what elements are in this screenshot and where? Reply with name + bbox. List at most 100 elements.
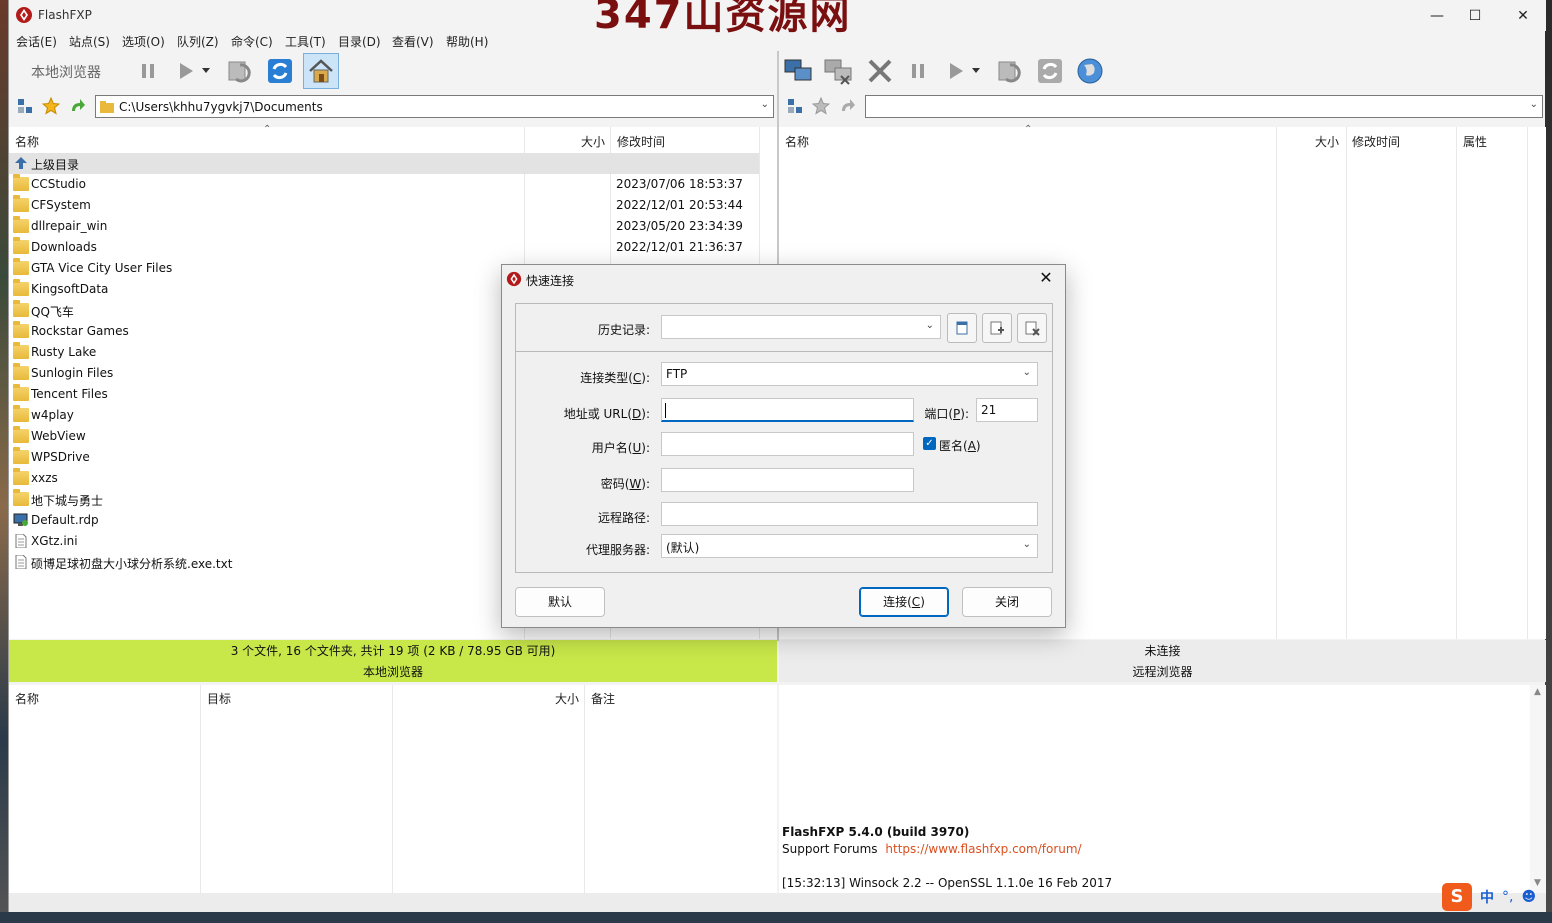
local-toolbar: 本地浏览器 (9, 51, 777, 91)
queue-col-size[interactable]: 大小 (555, 690, 579, 707)
bottom-scrollbar[interactable] (9, 893, 1546, 912)
history-delete-button[interactable] (1017, 313, 1047, 343)
menu-help[interactable]: 帮助(H) (446, 33, 488, 50)
menu-options[interactable]: 选项(O) (122, 33, 165, 50)
remote-path-label: 远程路径: (597, 511, 650, 525)
maximize-button[interactable]: ☐ (1452, 0, 1498, 31)
local-column-header: 名称 ⌃ 大小 修改时间 (9, 124, 759, 153)
user-input[interactable] (661, 432, 914, 456)
folder-icon (13, 195, 29, 212)
queue-col-target[interactable]: 目标 (207, 690, 231, 707)
local-status-summary: 3 个文件, 16 个文件夹, 共计 19 项 (2 KB / 78.95 GB… (230, 644, 556, 658)
queue-col-note[interactable]: 备注 (591, 690, 615, 707)
remote-play-icon[interactable] (941, 56, 971, 86)
file-icon (15, 534, 27, 548)
ime-emoji-icon[interactable]: ☻ (1521, 889, 1536, 905)
quick-connect-dialog: 快速连接 ✕ 历史记录: ⌄ 连接类型(C): FTP ⌄ 地址或 URL(D)… (501, 264, 1066, 628)
folder-icon (13, 174, 29, 191)
file-row[interactable]: CFSystem 2022/12/01 20:53:44 (9, 195, 759, 216)
remote-go-up-icon[interactable] (838, 97, 856, 115)
menu-session[interactable]: 会话(E) (16, 33, 57, 50)
remote-favorites-star-icon[interactable] (812, 97, 830, 115)
col-size[interactable]: 大小 (581, 133, 605, 150)
close-window-button[interactable]: ✕ (1500, 0, 1546, 31)
favorites-star-icon[interactable] (42, 97, 60, 115)
history-edit-button[interactable] (947, 313, 977, 343)
menu-tools[interactable]: 工具(T) (285, 33, 326, 50)
file-name: CCStudio (31, 177, 86, 191)
file-name: w4play (31, 408, 74, 422)
remote-transfer-icon[interactable] (995, 56, 1025, 86)
file-row[interactable]: dllrepair_win 2023/05/20 23:34:39 (9, 216, 759, 237)
status-log: FlashFXP 5.4.0 (build 3970) Support Foru… (779, 685, 1546, 893)
proxy-value: (默认) (666, 541, 700, 555)
go-up-icon[interactable] (68, 97, 86, 115)
default-button[interactable]: 默认 (515, 587, 605, 617)
close-button[interactable]: 关闭 (962, 587, 1052, 617)
remote-pause-icon[interactable] (903, 56, 933, 86)
history-chevron-icon: ⌄ (925, 320, 934, 331)
ime-punctuation-icon[interactable]: °, (1502, 889, 1513, 905)
ime-indicator[interactable]: S 中 °, ☻ (1442, 882, 1536, 912)
menu-view[interactable]: 查看(V) (392, 33, 434, 50)
abort-icon[interactable] (865, 56, 895, 86)
refresh-icon[interactable] (265, 56, 295, 86)
file-row[interactable]: CCStudio 2023/07/06 18:53:37 (9, 174, 759, 195)
menu-directory[interactable]: 目录(D) (338, 33, 381, 50)
log-scrollbar[interactable]: ▲ ▼ (1530, 685, 1546, 893)
file-row[interactable]: Downloads 2022/12/01 21:36:37 (9, 237, 759, 258)
pause-icon[interactable] (133, 56, 163, 86)
remote-path-combo[interactable]: ⌄ (865, 95, 1543, 118)
menu-sites[interactable]: 站点(S) (69, 33, 110, 50)
folder-icon (13, 426, 29, 443)
log-support-link[interactable]: https://www.flashfxp.com/forum/ (885, 842, 1081, 856)
remote-sites-icon[interactable] (786, 97, 804, 115)
folder-icon (13, 258, 29, 275)
file-name: QQ飞车 (31, 305, 74, 319)
remote-col-attr[interactable]: 属性 (1463, 133, 1487, 150)
connect-icon[interactable] (783, 56, 813, 86)
port-input[interactable]: 21 (976, 398, 1038, 422)
parent-dir-row[interactable]: 上级目录 (9, 153, 759, 174)
menu-queue[interactable]: 队列(Z) (177, 33, 219, 50)
conn-type-select[interactable]: FTP ⌄ (661, 362, 1038, 386)
password-input[interactable] (661, 468, 914, 492)
path-dropdown-chevron-icon[interactable]: ⌄ (761, 99, 769, 110)
anonymous-checkbox[interactable]: ✓ (923, 437, 936, 450)
col-modified[interactable]: 修改时间 (617, 133, 665, 150)
disconnect-icon[interactable] (823, 56, 853, 86)
sogou-ime-icon[interactable]: S (1442, 883, 1472, 911)
remote-col-size[interactable]: 大小 (1315, 133, 1339, 150)
connect-button[interactable]: 连接(C) (859, 587, 949, 617)
local-sites-icon[interactable] (16, 97, 34, 115)
local-path-combo[interactable]: C:\Users\khhu7ygvkj7\Documents ⌄ (95, 95, 774, 118)
history-add-button[interactable] (982, 313, 1012, 343)
remote-path-input[interactable] (661, 502, 1038, 526)
col-name[interactable]: 名称 (15, 133, 39, 150)
menu-commands[interactable]: 命令(C) (231, 33, 273, 50)
history-select[interactable]: ⌄ (661, 315, 941, 339)
anonymous-label[interactable]: 匿名(A) (939, 437, 981, 454)
globe-icon[interactable] (1075, 56, 1105, 86)
transfer-icon[interactable] (225, 56, 255, 86)
remote-path-chevron-icon[interactable]: ⌄ (1530, 99, 1538, 110)
dialog-close-icon[interactable]: ✕ (1035, 268, 1057, 287)
folder-icon (13, 468, 29, 485)
text-caret (665, 403, 666, 418)
ime-language[interactable]: 中 (1480, 887, 1494, 907)
remote-refresh-icon[interactable] (1035, 56, 1065, 86)
proxy-select[interactable]: (默认) ⌄ (661, 534, 1038, 558)
queue-col-name[interactable]: 名称 (15, 690, 39, 707)
scroll-up-icon[interactable]: ▲ (1534, 687, 1541, 697)
folder-icon (13, 363, 29, 380)
remote-col-modified[interactable]: 修改时间 (1352, 133, 1400, 150)
password-label: 密码(W): (600, 477, 650, 491)
local-browser-button[interactable]: 本地浏览器 (31, 62, 101, 82)
remote-col-name[interactable]: 名称 (785, 133, 809, 150)
path-folder-icon (100, 101, 114, 113)
remote-dropdown-arrow-icon[interactable] (969, 56, 983, 86)
dropdown-arrow-icon[interactable] (199, 56, 213, 86)
play-icon[interactable] (171, 56, 201, 86)
home-icon[interactable] (303, 53, 339, 89)
menu-bar: 会话(E) 站点(S) 选项(O) 队列(Z) 命令(C) 工具(T) 目录(D… (9, 31, 1546, 51)
